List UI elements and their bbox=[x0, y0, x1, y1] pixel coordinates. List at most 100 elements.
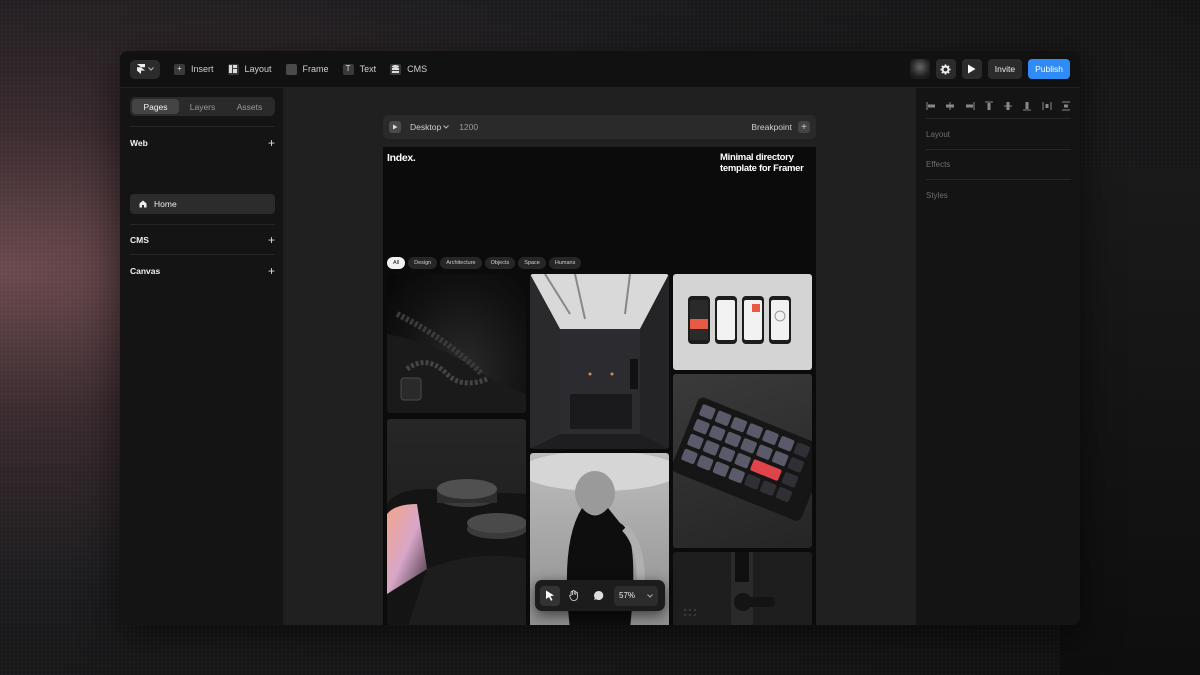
plus-icon: + bbox=[798, 121, 810, 133]
comment-tool-button[interactable] bbox=[588, 586, 608, 606]
top-toolbar: + Insert Layout Frame T Text CMS Invite … bbox=[120, 51, 1080, 88]
device-select[interactable]: Desktop bbox=[410, 122, 450, 132]
site-title: Index. bbox=[387, 152, 416, 164]
divider bbox=[130, 224, 275, 225]
room-image bbox=[530, 274, 669, 449]
frame-label: Frame bbox=[302, 64, 329, 74]
distribute-horizontal-icon[interactable] bbox=[1042, 98, 1052, 110]
width-value[interactable]: 1200 bbox=[459, 122, 478, 132]
database-icon bbox=[390, 63, 402, 75]
filter-chip-design[interactable]: Design bbox=[408, 257, 438, 269]
layout-label: Layout bbox=[244, 64, 272, 74]
add-breakpoint[interactable]: Breakpoint + bbox=[751, 121, 810, 133]
insert-button[interactable]: + Insert bbox=[174, 63, 214, 75]
text-label: Text bbox=[359, 64, 377, 74]
cms-section-label: CMS bbox=[130, 235, 149, 245]
filter-chip-humans[interactable]: Humans bbox=[548, 257, 582, 269]
align-left-icon[interactable] bbox=[926, 98, 936, 110]
framer-menu-button[interactable] bbox=[130, 59, 160, 79]
add-page-icon[interactable]: + bbox=[268, 136, 275, 150]
image-tile-hairdryer[interactable] bbox=[673, 552, 812, 625]
effects-section-label[interactable]: Effects bbox=[926, 160, 950, 169]
tab-pages[interactable]: Pages bbox=[132, 99, 179, 114]
frame-button[interactable]: Frame bbox=[285, 63, 329, 75]
cms-button[interactable]: CMS bbox=[390, 63, 427, 75]
divider bbox=[130, 126, 275, 127]
divider bbox=[926, 118, 1071, 119]
panel-tabs: Pages Layers Assets bbox=[130, 97, 275, 116]
page-frame[interactable]: Index. Minimal directory template for Fr… bbox=[383, 147, 816, 625]
hand-tool-button[interactable] bbox=[564, 586, 584, 606]
sneaker-image bbox=[387, 311, 526, 413]
filter-chip-all[interactable]: All bbox=[387, 257, 406, 269]
preview-button[interactable] bbox=[961, 59, 982, 79]
user-avatar[interactable] bbox=[909, 59, 930, 79]
tab-layers[interactable]: Layers bbox=[179, 99, 226, 114]
design-canvas[interactable]: Desktop 1200 Breakpoint + Index. Minimal… bbox=[285, 88, 915, 625]
select-tool-button[interactable] bbox=[540, 585, 560, 606]
add-canvas-icon[interactable]: + bbox=[268, 264, 275, 278]
image-tile-speaker[interactable] bbox=[387, 419, 526, 625]
image-tile-phones[interactable] bbox=[673, 274, 812, 370]
add-collection-icon[interactable]: + bbox=[268, 233, 275, 247]
page-item-home[interactable]: Home bbox=[130, 194, 275, 214]
text-button[interactable]: T Text bbox=[342, 63, 377, 75]
alignment-controls bbox=[926, 98, 1071, 111]
filter-chip-objects[interactable]: Objects bbox=[484, 257, 516, 269]
publish-button[interactable]: Publish bbox=[1028, 59, 1070, 79]
divider bbox=[130, 254, 275, 255]
divider bbox=[926, 179, 1071, 180]
cursor-arrow-icon bbox=[546, 590, 554, 601]
layout-section-label[interactable]: Layout bbox=[926, 130, 950, 139]
frame-icon bbox=[285, 63, 297, 75]
align-bottom-icon[interactable] bbox=[1022, 98, 1032, 111]
layout-icon bbox=[227, 63, 239, 75]
align-right-icon[interactable] bbox=[965, 98, 975, 110]
comment-icon bbox=[593, 590, 603, 600]
divider bbox=[926, 149, 1071, 150]
zoom-value: 57% bbox=[619, 591, 636, 600]
phones-image bbox=[688, 296, 791, 344]
play-icon bbox=[968, 64, 976, 74]
canvas-section: Canvas + bbox=[130, 264, 275, 278]
cms-section: CMS + bbox=[130, 233, 275, 247]
framer-logo-icon bbox=[136, 64, 145, 74]
image-tile-room[interactable] bbox=[530, 274, 669, 449]
distribute-vertical-icon[interactable] bbox=[1061, 98, 1071, 111]
hairdryer-image bbox=[683, 552, 775, 625]
align-center-v-icon[interactable] bbox=[1003, 98, 1013, 110]
framer-app-window: + Insert Layout Frame T Text CMS Invite … bbox=[120, 51, 1080, 625]
right-panel: Layout Effects Styles bbox=[915, 88, 1080, 625]
zoom-select[interactable]: 57% bbox=[614, 585, 658, 606]
device-label: Desktop bbox=[410, 122, 442, 132]
chevron-down-icon bbox=[647, 593, 653, 598]
hand-icon bbox=[569, 590, 578, 601]
canvas-toolbar: 57% bbox=[535, 580, 665, 611]
canvas-section-label: Canvas bbox=[130, 266, 161, 276]
site-subtitle: Minimal directory template for Framer bbox=[720, 152, 804, 174]
speaker-image bbox=[387, 479, 526, 625]
insert-label: Insert bbox=[191, 64, 214, 74]
page-item-label: Home bbox=[154, 199, 177, 209]
align-top-icon[interactable] bbox=[984, 98, 994, 110]
invite-button[interactable]: Invite bbox=[987, 59, 1023, 79]
filter-chip-architecture[interactable]: Architecture bbox=[440, 257, 482, 269]
settings-button[interactable] bbox=[935, 59, 956, 79]
layout-button[interactable]: Layout bbox=[227, 63, 272, 75]
gear-icon bbox=[940, 63, 951, 75]
text-icon: T bbox=[342, 63, 354, 75]
image-tile-sneaker[interactable] bbox=[387, 274, 526, 413]
styles-section-label[interactable]: Styles bbox=[926, 191, 948, 200]
tab-assets[interactable]: Assets bbox=[226, 99, 273, 114]
web-section: Web + bbox=[130, 136, 275, 150]
filter-chips: All Design Architecture Objects Space Hu… bbox=[387, 257, 582, 269]
image-tile-keyboard[interactable] bbox=[673, 374, 812, 548]
breakpoint-bar: Desktop 1200 Breakpoint + bbox=[383, 115, 816, 139]
plus-icon: + bbox=[174, 63, 185, 75]
keyboard-image bbox=[673, 397, 812, 521]
web-section-label: Web bbox=[130, 138, 148, 148]
align-center-h-icon[interactable] bbox=[945, 98, 955, 110]
filter-chip-space[interactable]: Space bbox=[518, 257, 546, 269]
preview-breakpoint-button[interactable] bbox=[389, 121, 401, 133]
left-panel: Pages Layers Assets Web + Home CMS + Can… bbox=[120, 88, 284, 625]
